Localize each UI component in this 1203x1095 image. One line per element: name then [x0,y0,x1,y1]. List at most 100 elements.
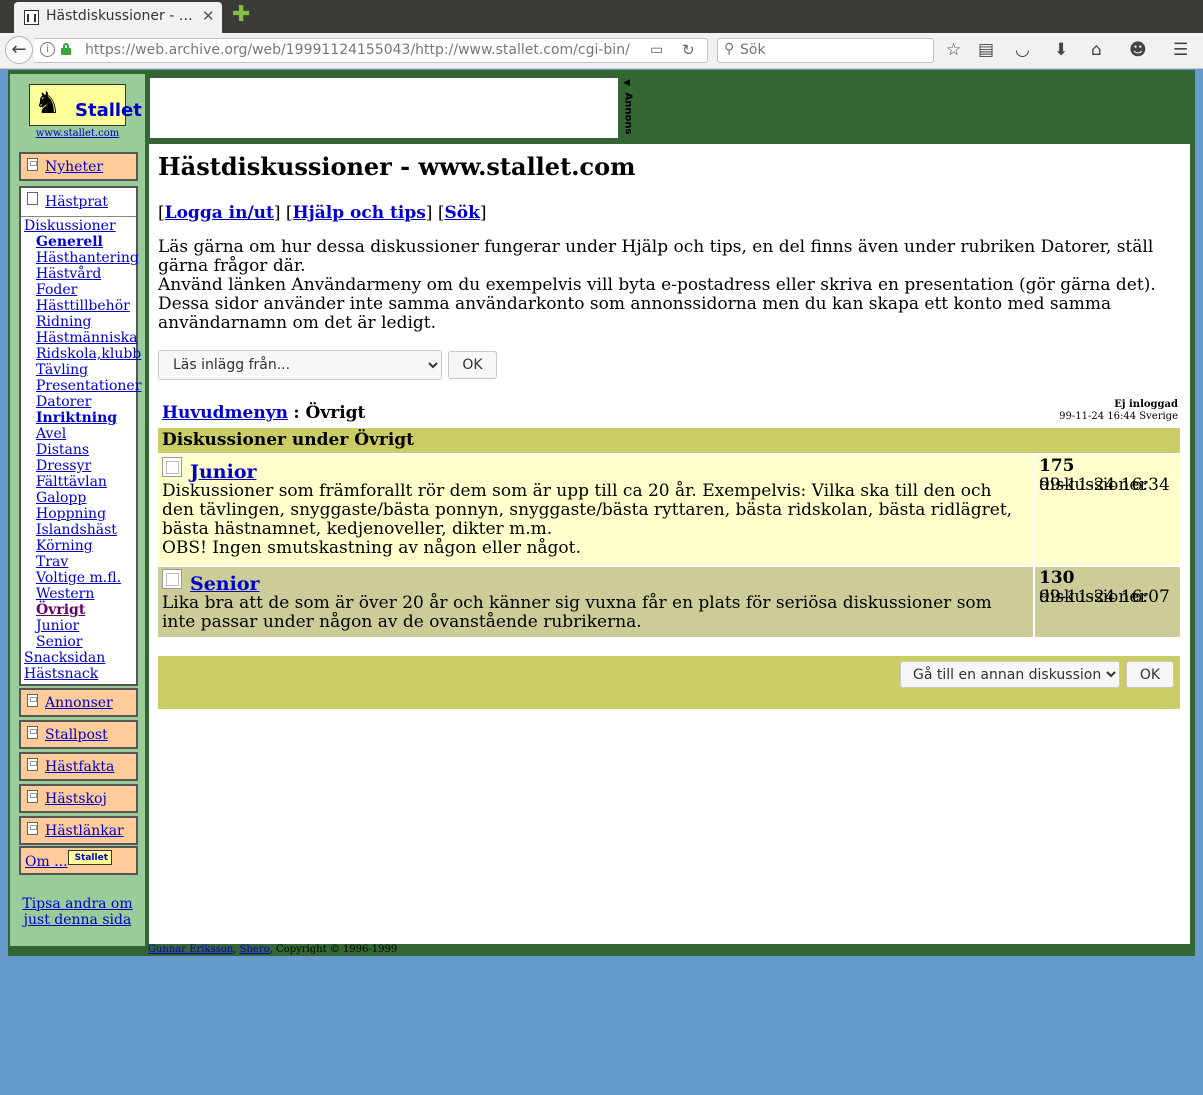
reading-list-icon[interactable]: ▤ [978,40,994,60]
submenu-item-link[interactable]: Foder [36,282,77,298]
new-tab-icon[interactable]: ✚ [232,4,250,26]
submenu-item-link[interactable]: Senior [36,634,83,650]
submenu-item: Övrigt [24,602,141,618]
forum-description: Lika bra att de som är över 20 år och kä… [162,594,1028,632]
page-icon [27,158,38,171]
submenu-item-link[interactable]: Inriktning [36,410,117,426]
top-links: [Logga in/ut] [Hjälp och tips] [Sök] [158,203,487,223]
goto-ok-button[interactable]: OK [1126,661,1174,688]
submenu-item-link[interactable]: Trav [36,554,68,570]
submenu-item-link[interactable]: Hästhantering [36,250,139,266]
menu-nyheter-link[interactable]: Nyheter [45,159,103,175]
submenu-item-link[interactable]: Generell [36,234,103,250]
menu-om[interactable]: Om ... Stallet [19,846,138,875]
submenu-item-link[interactable]: Islandshäst [36,522,117,538]
download-icon[interactable]: ⬇ [1054,40,1068,60]
menu-stallpost[interactable]: Stallpost [19,720,138,749]
bookmark-star-icon[interactable]: ☆ [946,40,961,60]
submenu-item-link[interactable]: Hästvård [36,266,101,282]
submenu-item-link[interactable]: Presentationer [36,378,141,394]
url-text[interactable]: https://web.archive.org/web/199911241550… [85,42,630,58]
submenu-item: Hästsnack [24,666,141,682]
company-link[interactable]: Shero [240,944,270,955]
site-url-link[interactable]: www.stallet.com [36,128,119,139]
menu-annonser[interactable]: Annonser [19,688,138,717]
menu-nyheter[interactable]: Nyheter [19,152,138,181]
forum-title-link[interactable]: Senior [190,575,260,594]
ad-tab[interactable]: ◀ Annons [620,78,634,138]
submenu-item-link[interactable]: Galopp [36,490,86,506]
address-bar[interactable]: i https://web.archive.org/web/1999112415… [34,38,708,63]
submenu-item-link[interactable]: Avel [36,426,66,442]
submenu-item-link[interactable]: Hästsnack [24,666,98,682]
submenu-item-link[interactable]: Hästtillbehör [36,298,130,314]
menu-hastfakta[interactable]: Hästfakta [19,752,138,781]
browser-tab[interactable]: Hästdiskussioner - … ✕ [14,2,222,33]
info-icon[interactable]: i [40,42,55,57]
submenu-item-link[interactable]: Körning [36,538,93,554]
ad-arrow-icon: ◀ [623,78,630,88]
submenu-item-link[interactable]: Hästmänniska [36,330,138,346]
breadcrumb-huvudmenyn-link[interactable]: Huvudmenyn [162,403,288,423]
close-tab-icon[interactable]: ✕ [202,7,215,25]
submenu-item-link[interactable]: Ridning [36,314,91,330]
reload-icon[interactable]: ↻ [682,41,695,59]
submenu-item-link[interactable]: Hoppning [36,506,106,522]
back-icon[interactable]: ← [5,36,33,64]
help-link[interactable]: Hjälp och tips [293,203,426,223]
menu-stallpost-link[interactable]: Stallpost [45,727,108,743]
menu-hastfakta-link[interactable]: Hästfakta [45,759,114,775]
submenu-item-link[interactable]: Fälttävlan [36,474,107,490]
ad-banner[interactable] [150,78,618,138]
submenu-item-link[interactable]: Western [36,586,94,602]
submenu-item-link[interactable]: Datorer [36,394,91,410]
submenu-item: Datorer [24,394,141,410]
submenu-item-link[interactable]: Distans [36,442,89,458]
menu-annonser-link[interactable]: Annonser [45,695,113,711]
submenu-item-link[interactable]: Ridskola,klubb [36,346,141,362]
submenu-item-link[interactable]: Snacksidan [24,650,105,666]
forum-row-junior: Junior Diskussioner som främforallt rör … [158,455,1180,565]
submenu-item-link[interactable]: Junior [36,618,79,634]
forum-title-link[interactable]: Junior [190,463,257,482]
home-icon[interactable]: ⌂ [1091,40,1102,60]
tab-title: Hästdiskussioner - … [46,8,193,24]
submenu-item: Hästmänniska [24,330,141,346]
search-input[interactable] [740,41,920,59]
pocket-icon[interactable]: ◡ [1015,40,1030,60]
menu-hamburger-icon[interactable]: ☰ [1173,40,1188,60]
menu-hastprat-link[interactable]: Hästprat [45,194,108,210]
submenu-item: Foder [24,282,141,298]
reader-view-icon[interactable]: ▭ [650,42,663,58]
menu-hastskoj[interactable]: Hästskoj [19,784,138,813]
goto-discussion-select[interactable]: Gå till en annan diskussion! [900,661,1120,688]
stallet-logo[interactable]: ♞ Stallet [29,84,142,126]
forum-icon [162,457,182,477]
submenu-item-link[interactable]: Dressyr [36,458,91,474]
submenu-item: Avel [24,426,141,442]
login-link[interactable]: Logga in/ut [165,203,274,223]
table-header-text: Diskussioner under Övrigt [162,430,415,450]
tab-bar: Hästdiskussioner - … ✕ ✚ [0,0,1203,33]
menu-hastprat[interactable]: Hästprat [21,188,136,217]
forum-description-line: Diskussioner som främforallt rör dem som… [162,481,1013,539]
submenu-item-link[interactable]: Diskussioner [24,218,116,234]
submenu-item-link[interactable]: Voltige m.fl. [36,570,121,586]
left-sidebar: ♞ Stallet www.stallet.com Nyheter Hästpr… [10,74,145,946]
submenu-item-link[interactable]: Tävling [36,362,88,378]
submenu-item: Islandshäst [24,522,141,538]
menu-hastlankar[interactable]: Hästlänkar [19,816,138,845]
search-box[interactable]: ⚲ [717,38,934,63]
menu-hastskoj-link[interactable]: Hästskoj [45,791,107,807]
submenu-item: Tävling [24,362,141,378]
tipsa-link[interactable]: Tipsa andra om just denna sida [22,896,132,928]
feedback-smiley-icon[interactable]: ☻ [1129,40,1147,60]
author-link[interactable]: Gunnar Eriksson [148,944,233,955]
menu-om-link[interactable]: Om ... [25,854,68,870]
submenu-item: Hästtillbehör [24,298,141,314]
search-link[interactable]: Sök [444,203,479,223]
ok-button[interactable]: OK [448,351,497,379]
submenu-item-link[interactable]: Övrigt [36,602,85,618]
read-posts-select[interactable]: Läs inlägg från... [158,350,442,380]
menu-hastlankar-link[interactable]: Hästlänkar [45,823,124,839]
